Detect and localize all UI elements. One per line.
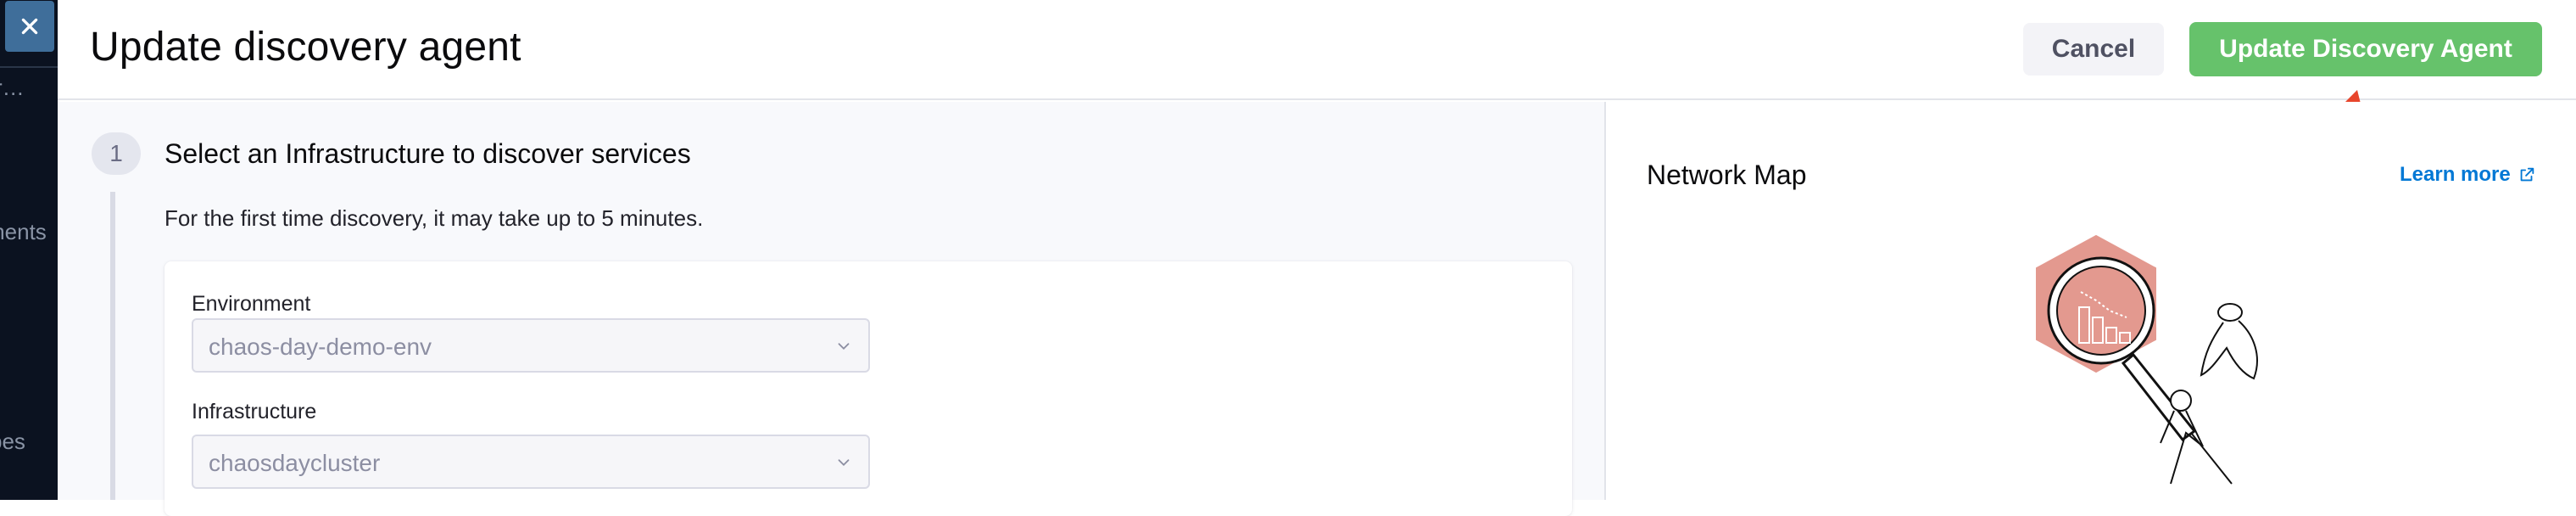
close-icon: [21, 18, 38, 35]
background-text: pes: [0, 429, 25, 454]
chevron-down-icon: [838, 343, 850, 351]
background-text: ments: [0, 219, 47, 244]
drawer-title: Update discovery agent: [90, 25, 521, 70]
drawer-header: Update discovery agent Cancel Update Dis…: [58, 0, 2576, 100]
update-discovery-agent-button[interactable]: Update Discovery Agent: [2189, 22, 2542, 76]
step-connector: [110, 192, 115, 500]
background-page: r… ments pes: [0, 0, 58, 500]
step-description: For the first time discovery, it may tak…: [164, 205, 704, 231]
background-close-button[interactable]: [5, 1, 54, 52]
learn-more-link[interactable]: Learn more: [2400, 163, 2536, 187]
environment-label: Environment: [192, 292, 311, 316]
cancel-button[interactable]: Cancel: [2023, 23, 2164, 76]
step-number: 1: [92, 132, 141, 175]
infrastructure-value: chaosdaycluster: [209, 450, 381, 476]
environment-select[interactable]: chaos-day-demo-env: [192, 318, 870, 373]
external-link-icon: [2520, 167, 2534, 182]
learn-more-label: Learn more: [2400, 163, 2511, 186]
step-title: Select an Infrastructure to discover ser…: [164, 138, 691, 169]
update-agent-drawer: Update discovery agent Cancel Update Dis…: [58, 0, 2576, 516]
network-map-title: Network Map: [1647, 160, 1807, 190]
environment-value: chaos-day-demo-env: [209, 334, 432, 360]
network-map-illustration: [2036, 234, 2258, 485]
infrastructure-select[interactable]: chaosdaycluster: [192, 435, 870, 489]
background-text: r…: [0, 75, 25, 100]
infrastructure-label: Infrastructure: [192, 400, 317, 423]
chevron-down-icon: [838, 459, 850, 467]
background-divider: [0, 66, 58, 68]
